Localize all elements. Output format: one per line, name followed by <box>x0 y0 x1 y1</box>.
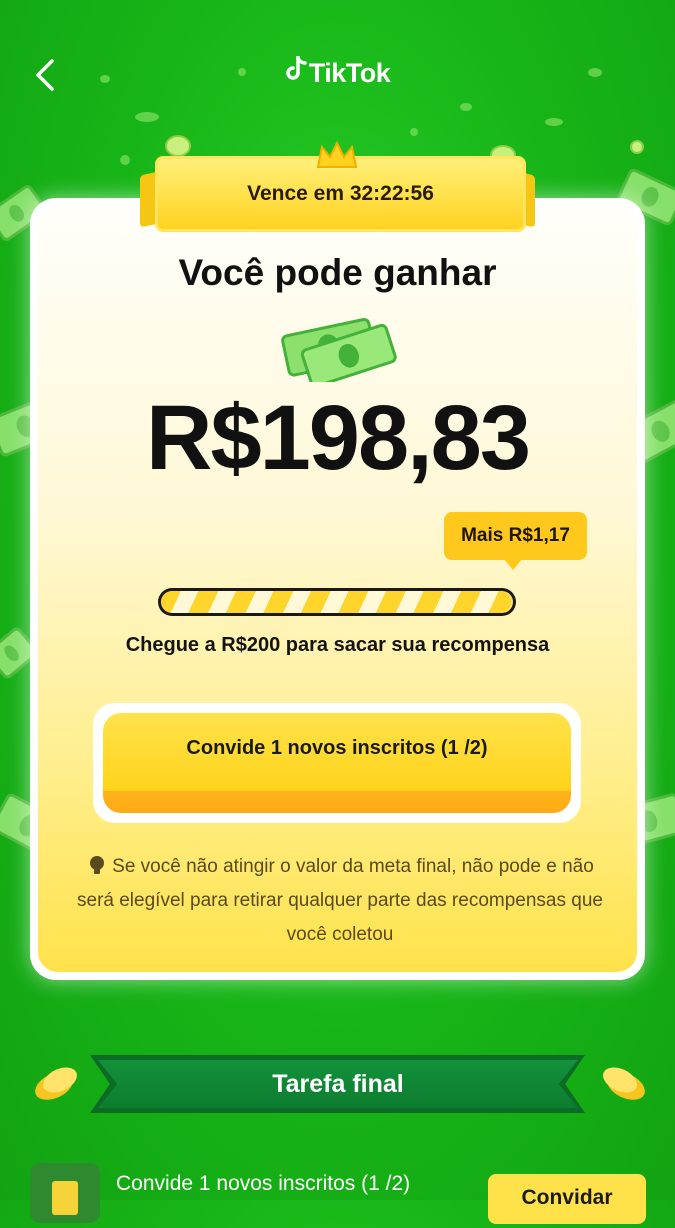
ticket-icon <box>52 1181 78 1215</box>
banner-label: Tarefa final <box>272 1069 404 1098</box>
tiktok-icon <box>285 55 307 89</box>
invite-button-label: Convidar <box>521 1186 613 1209</box>
confetti-decor <box>545 118 563 126</box>
reward-amount: R$198,83 <box>146 387 531 489</box>
app-logo: TikTok <box>0 55 675 89</box>
progress-fill <box>161 591 511 613</box>
invite-cta-button[interactable]: Convide 1 novos inscritos (1 /2) <box>103 713 571 813</box>
countdown-label: Vence em 32:22:56 <box>247 182 434 205</box>
tooltip-arrow <box>503 558 523 570</box>
cash-icon <box>281 317 397 382</box>
tooltip-label: Mais R$1,17 <box>461 525 570 546</box>
brand-name: TikTok <box>308 58 391 88</box>
task-icon <box>30 1163 100 1223</box>
confetti-decor <box>120 155 130 165</box>
confetti-decor <box>460 103 472 111</box>
invite-button[interactable]: Convidar <box>488 1174 646 1224</box>
remaining-amount-tooltip: Mais R$1,17 <box>444 512 587 560</box>
goal-text: Chegue a R$200 para sacar sua recompensa <box>125 634 550 656</box>
lightbulb-icon <box>90 856 105 874</box>
card-title: Você pode ganhar <box>178 252 497 293</box>
final-task-banner: Tarefa final <box>98 1060 578 1108</box>
coin-stack-icon <box>603 1067 645 1100</box>
coin-decor <box>165 135 191 157</box>
cta-label: Convide 1 novos inscritos (1 /2) <box>186 737 488 759</box>
task-label: Convide 1 novos inscritos (1 /2) <box>116 1172 411 1195</box>
progress-bar <box>158 588 516 616</box>
crown-icon <box>316 141 358 168</box>
coin-decor <box>630 140 644 154</box>
notice-text: Se você não atingir o valor da meta fina… <box>77 856 603 945</box>
notice: Se você não atingir o valor da meta fina… <box>70 850 610 952</box>
confetti-decor <box>135 112 159 122</box>
coin-stack-icon <box>35 1067 77 1100</box>
confetti-decor <box>410 128 418 136</box>
